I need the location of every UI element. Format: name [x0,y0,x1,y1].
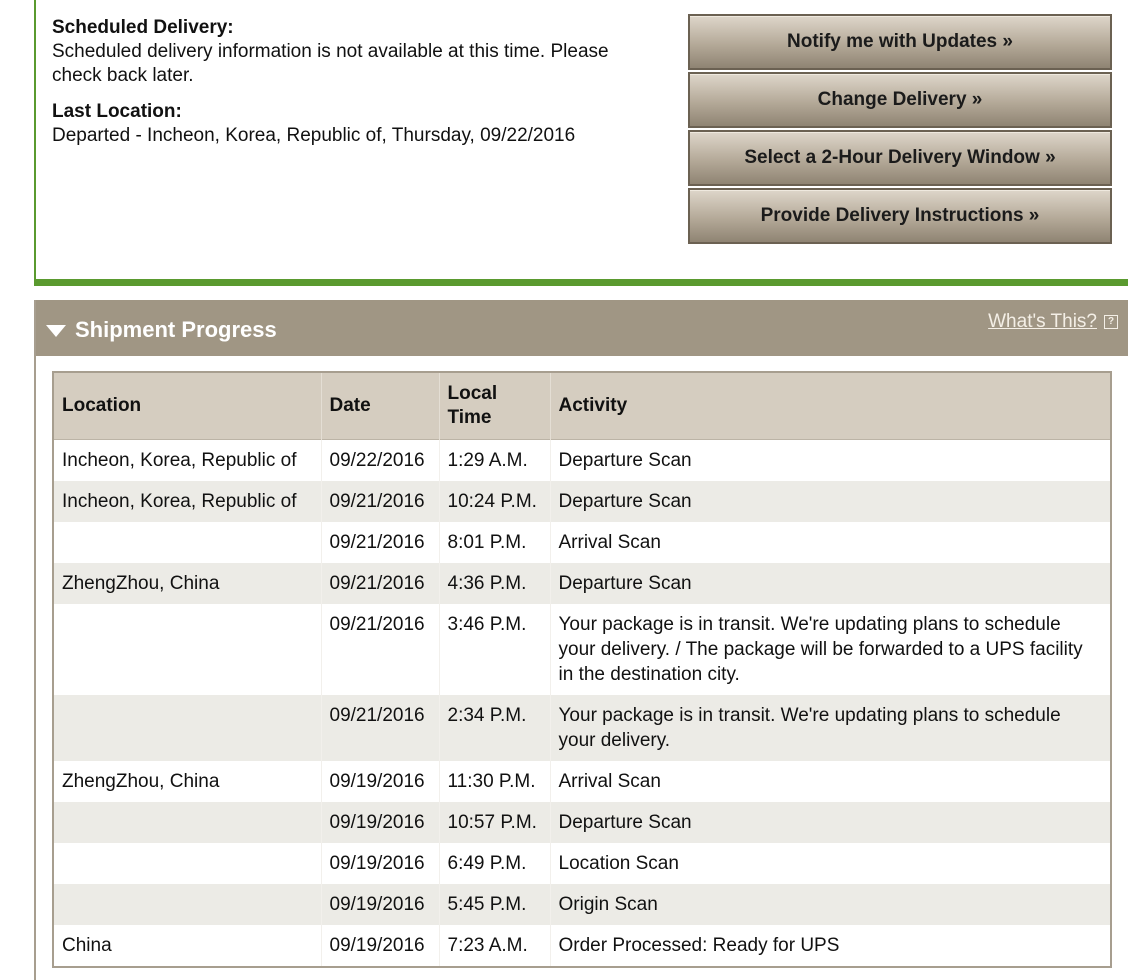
cell-time: 4:36 P.M. [439,562,551,604]
cell-location [54,694,322,761]
cell-time: 8:01 P.M. [439,521,551,563]
cell-date: 09/21/2016 [321,480,440,522]
shipment-progress-toggle[interactable]: Shipment Progress [46,308,277,352]
table-row: ZhengZhou, China 09/19/2016 11:30 P.M. Arri… [54,760,1110,802]
cell-time: 3:46 P.M. [439,603,551,695]
whats-this-help[interactable]: What's This? ? [988,311,1118,333]
cell-date: 09/21/2016 [321,694,440,761]
delivery-info: Scheduled Delivery: Scheduled delivery i… [52,16,657,160]
cell-location [54,842,322,884]
cell-date: 09/19/2016 [321,883,440,925]
cell-date: 09/22/2016 [321,438,440,481]
column-header-local-time: Local Time [439,373,551,439]
cell-activity: Your package is in transit. We're updati… [550,603,1110,695]
cell-date: 09/21/2016 [321,603,440,695]
cell-activity: Departure Scan [550,480,1110,522]
cell-location: ZhengZhou, China [54,760,322,802]
help-icon[interactable]: ? [1104,315,1118,329]
scheduled-delivery-text: Scheduled delivery information is not av… [52,41,609,86]
cell-date: 09/19/2016 [321,842,440,884]
column-header-activity: Activity [550,373,1110,439]
cell-time: 11:30 P.M. [439,760,551,802]
tracking-page: Scheduled Delivery: Scheduled delivery i… [0,0,1128,980]
cell-activity: Departure Scan [550,562,1110,604]
cell-time: 2:34 P.M. [439,694,551,761]
table-row: 09/19/2016 6:49 P.M. Location Scan [54,842,1110,884]
column-header-location: Location [54,373,322,439]
table-header-row: Location Date Local Time Activity [54,373,1110,439]
table-row: 09/21/2016 3:46 P.M. Your package is in tr… [54,603,1110,695]
delivery-status-box: Scheduled Delivery: Scheduled delivery i… [34,0,1128,286]
shipment-progress-title: Shipment Progress [75,317,277,342]
table-row: China 09/19/2016 7:23 A.M. Order Processed:… [54,924,1110,966]
cell-activity: Location Scan [550,842,1110,884]
scheduled-delivery-label: Scheduled Delivery: [52,17,234,38]
cell-date: 09/19/2016 [321,760,440,802]
table-row: 09/19/2016 5:45 P.M. Origin Scan [54,883,1110,925]
table-row: Incheon, Korea, Republic of 09/21/2016 10:… [54,480,1110,522]
cell-activity: Departure Scan [550,801,1110,843]
cell-time: 7:23 A.M. [439,924,551,966]
cell-time: 10:57 P.M. [439,801,551,843]
cell-activity: Origin Scan [550,883,1110,925]
cell-activity: Arrival Scan [550,521,1110,563]
cell-activity: Departure Scan [550,438,1110,481]
cell-location: Incheon, Korea, Republic of [54,438,322,481]
cell-location: ZhengZhou, China [54,562,322,604]
last-location-label: Last Location: [52,101,182,122]
table-row: 09/21/2016 8:01 P.M. Arrival Scan [54,521,1110,563]
change-delivery-button[interactable]: Change Delivery » [688,72,1112,128]
cell-location: China [54,924,322,966]
table-row: 09/19/2016 10:57 P.M. Departure Scan [54,801,1110,843]
delivery-window-button[interactable]: Select a 2-Hour Delivery Window » [688,130,1112,186]
cell-date: 09/21/2016 [321,521,440,563]
cell-time: 10:24 P.M. [439,480,551,522]
cell-location [54,521,322,563]
cell-location: Incheon, Korea, Republic of [54,480,322,522]
notify-updates-button[interactable]: Notify me with Updates » [688,14,1112,70]
cell-activity: Arrival Scan [550,760,1110,802]
delivery-actions: Notify me with Updates » Change Delivery… [688,14,1112,246]
shipment-progress-panel: Shipment Progress What's This? ? Locatio… [34,300,1128,980]
cell-location [54,801,322,843]
cell-time: 5:45 P.M. [439,883,551,925]
column-header-date: Date [321,373,440,439]
shipment-progress-table: Location Date Local Time Activity Incheo… [52,371,1112,968]
table-row: ZhengZhou, China 09/21/2016 4:36 P.M. Depar… [54,562,1110,604]
last-location-text: Departed - Incheon, Korea, Republic of, … [52,125,576,146]
cell-location [54,603,322,695]
cell-time: 1:29 A.M. [439,438,551,481]
cell-date: 09/19/2016 [321,924,440,966]
cell-date: 09/21/2016 [321,562,440,604]
table-row: 09/21/2016 2:34 P.M. Your package is in tr… [54,694,1110,761]
cell-activity: Order Processed: Ready for UPS [550,924,1110,966]
collapse-triangle-icon [46,325,66,337]
cell-time: 6:49 P.M. [439,842,551,884]
cell-location [54,883,322,925]
cell-date: 09/19/2016 [321,801,440,843]
shipment-progress-header: Shipment Progress What's This? ? [36,300,1128,356]
delivery-instructions-button[interactable]: Provide Delivery Instructions » [688,188,1112,244]
table-row: Incheon, Korea, Republic of 09/22/2016 1:2… [54,438,1110,481]
cell-activity: Your package is in transit. We're updati… [550,694,1110,761]
whats-this-link[interactable]: What's This? [988,311,1097,333]
